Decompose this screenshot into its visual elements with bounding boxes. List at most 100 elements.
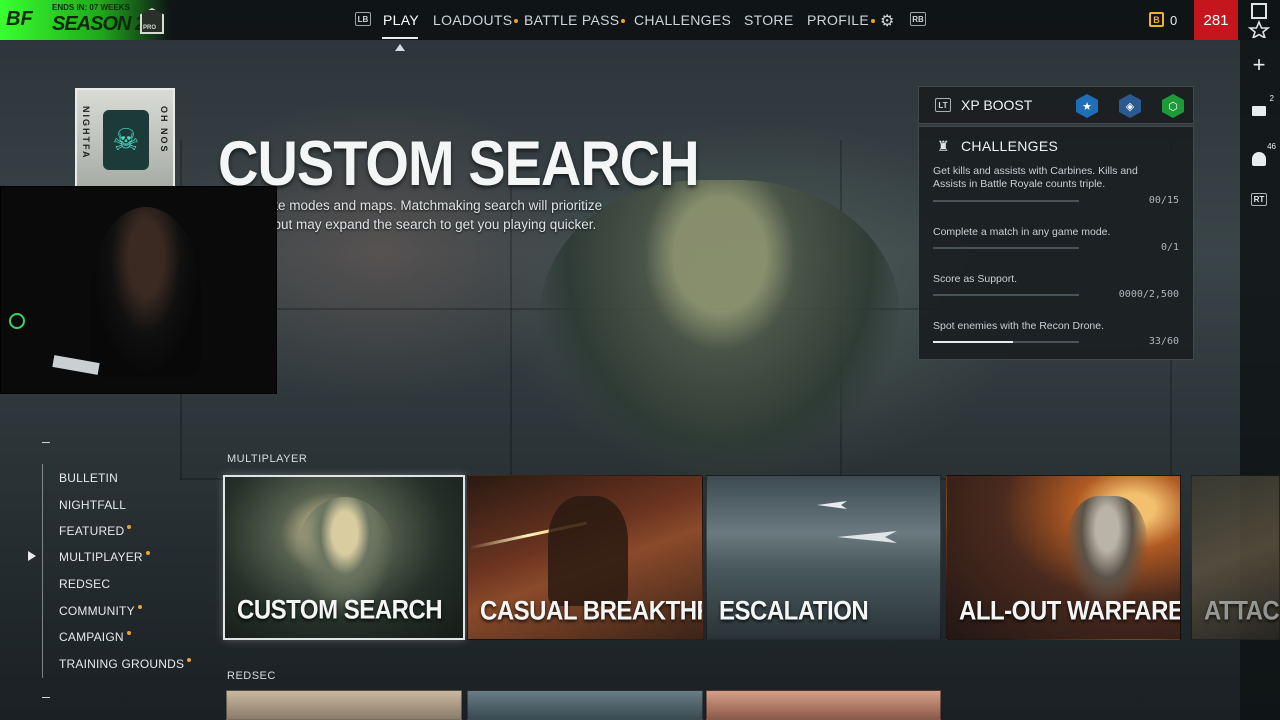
webcam-overlay [0, 186, 277, 394]
currency-value: 0 [1170, 13, 1178, 28]
challenge-progress-text: 00/15 [1148, 195, 1179, 206]
menu-item-label: CAMPAIGN [59, 630, 124, 644]
menu-item-multiplayer[interactable]: MULTIPLAYER [59, 550, 150, 564]
tab-loadouts-label: LOADOUTS [433, 12, 513, 28]
description-line: ferences but may expand the search to ge… [218, 217, 597, 232]
mode-card-all-out-warfare[interactable]: ALL-OUT WARFARE [946, 475, 1181, 640]
menu-item-bulletin[interactable]: BULLETIN [59, 471, 118, 485]
section-label-redsec: REDSEC [227, 670, 276, 682]
challenge-text: Spot enemies with the Recon Drone. [933, 320, 1105, 332]
challenge-progress-bar [933, 200, 1079, 202]
tab-profile[interactable]: PROFILE [807, 12, 876, 28]
tab-play[interactable]: PLAY [383, 12, 419, 28]
menu-scroll-tick [42, 697, 50, 698]
add-friend-plus-icon[interactable]: + [1244, 48, 1274, 82]
season-timer: ENDS IN: 07 WEEKS [52, 3, 130, 12]
menu-item-campaign[interactable]: CAMPAIGN [59, 630, 131, 644]
menu-item-nightfall[interactable]: NIGHTFALL [59, 498, 126, 512]
menu-item-training-grounds[interactable]: TRAINING GROUNDS [59, 657, 192, 671]
menu-selection-arrow-icon [28, 551, 36, 561]
shield-icon[interactable]: ◈ [1119, 94, 1141, 118]
rt-trigger-button[interactable]: RT [1244, 182, 1274, 216]
menu-item-featured[interactable]: FEATURED [59, 524, 132, 538]
menu-item-community[interactable]: COMMUNITY [59, 604, 142, 618]
tab-battle-pass[interactable]: BATTLE PASS [524, 12, 626, 28]
redsec-card[interactable] [226, 690, 462, 720]
mode-card-escalation[interactable]: ESCALATION [706, 475, 941, 640]
xp-boost-label: XP BOOST [961, 97, 1033, 113]
notification-dot [137, 605, 142, 609]
jet-art [837, 531, 897, 543]
page-title: CUSTOM SEARCH [218, 128, 700, 199]
challenge-progress-bar [933, 247, 1079, 249]
tab-loadouts[interactable]: LOADOUTS [433, 12, 519, 28]
squad-icon [1252, 152, 1266, 166]
description-line: our favorite modes and maps. Matchmaking… [218, 198, 603, 213]
rank-label: PRO [143, 25, 157, 31]
challenge-progress-text: 33/60 [1148, 336, 1179, 347]
challenge-text: Score as Support. [933, 273, 1018, 285]
tab-play-label: PLAY [383, 12, 419, 28]
settings-gear-icon[interactable]: ⚙ [880, 11, 894, 31]
challenge-progress-bar [933, 341, 1079, 343]
menu-scroll-tick [42, 442, 50, 443]
menu-item-label: REDSEC [59, 577, 111, 591]
section-label-multiplayer: MULTIPLAYER [227, 453, 308, 465]
menu-item-label: BULLETIN [59, 471, 118, 485]
squad-button[interactable]: 46 [1244, 142, 1276, 176]
prestige-star-icon[interactable] [1247, 2, 1271, 40]
tab-store-label: STORE [744, 12, 794, 28]
mode-card-attack-defend[interactable]: ATTACK & [1191, 475, 1280, 640]
menu-item-label: FEATURED [59, 524, 125, 538]
messages-button[interactable]: 2 [1244, 94, 1274, 128]
menu-item-redsec[interactable]: REDSEC [59, 577, 110, 591]
challenges-title: CHALLENGES [961, 138, 1059, 154]
banner-right-text: OH NOS [159, 106, 169, 154]
game-logo: BF [6, 8, 33, 30]
message-icon [1252, 106, 1266, 116]
lb-bumper-icon[interactable]: LB [355, 12, 371, 26]
tab-profile-label: PROFILE [807, 12, 870, 28]
season-title: SEASON 2 [52, 13, 146, 35]
active-tab-underline [382, 37, 418, 39]
streamer-figure [91, 207, 201, 377]
active-tab-caret-icon [395, 44, 405, 51]
jet-art [817, 501, 847, 509]
xp-boost-panel[interactable]: LT XP BOOST ★ ◈ ⬡ [918, 86, 1194, 124]
challenge-progress-text: 0/1 [1160, 242, 1179, 253]
mode-card-title: CASUAL BREAKTHROUGH [480, 596, 702, 626]
tab-challenges-label: CHALLENGES [634, 12, 732, 28]
nightfall-event-banner[interactable]: NIGHTFA ☠ OH NOS [75, 88, 175, 188]
rb-bumper-icon[interactable]: RB [910, 12, 926, 26]
challenge-text: Get kills and assists with Carbines. Kil… [933, 165, 1138, 190]
mode-card-custom-search[interactable]: CUSTOM SEARCH [223, 475, 465, 640]
menu-item-label: COMMUNITY [59, 604, 135, 618]
redsec-card[interactable] [467, 690, 703, 720]
play-menu: BULLETIN NIGHTFALL FEATURED MULTIPLAYER … [42, 464, 232, 678]
rt-trigger-icon: RT [1250, 192, 1268, 206]
challenge-progress-text: 0000/2,500 [1118, 289, 1179, 300]
menu-item-label: NIGHTFALL [59, 498, 127, 512]
redsec-card[interactable] [706, 690, 941, 720]
challenges-panel[interactable]: ♜ CHALLENGES Get kills and assists with … [918, 126, 1194, 360]
hex-icon[interactable]: ⬡ [1162, 94, 1184, 118]
tab-store[interactable]: STORE [744, 12, 793, 28]
notification-dot [871, 19, 876, 24]
tab-challenges[interactable]: CHALLENGES [634, 12, 731, 28]
challenges-trophy-icon: ♜ [937, 138, 950, 154]
notification-dot [621, 19, 626, 24]
notification-dot [126, 631, 131, 635]
currency-icon: B [1149, 12, 1164, 27]
mode-card-title: ALL-OUT WARFARE [959, 596, 1181, 626]
mode-card-casual-breakthrough[interactable]: CASUAL BREAKTHROUGH [467, 475, 703, 640]
soldier-silhouette-art [548, 496, 628, 606]
player-level[interactable]: 281 [1194, 0, 1238, 40]
notification-dot [514, 19, 519, 24]
challenge-progress-fill [933, 341, 1014, 343]
challenge-progress-bar [933, 294, 1079, 296]
star-icon[interactable]: ★ [1076, 94, 1098, 118]
messages-badge: 2 [1269, 94, 1274, 103]
lt-trigger-icon: LT [935, 98, 951, 112]
notification-dot [187, 658, 192, 662]
notification-dot [127, 525, 132, 529]
